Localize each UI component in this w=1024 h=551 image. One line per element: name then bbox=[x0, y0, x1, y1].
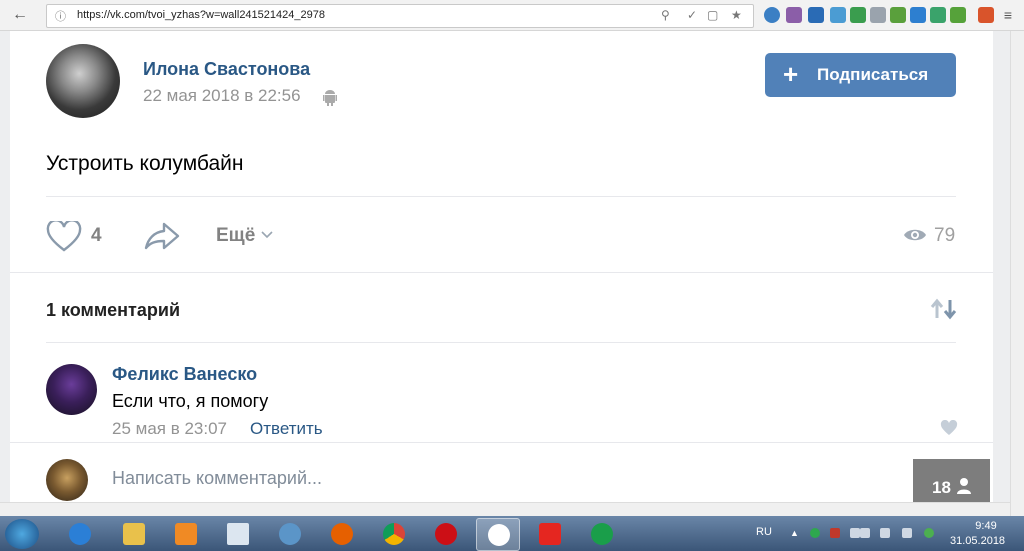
chevron-down-icon bbox=[261, 231, 273, 239]
tray-expand-icon[interactable]: ▲ bbox=[790, 528, 800, 538]
network-taskbar-button[interactable] bbox=[268, 518, 310, 549]
horizontal-scrollbar[interactable] bbox=[0, 502, 1010, 517]
extension-icon[interactable] bbox=[910, 7, 926, 23]
more-button[interactable]: Ещё bbox=[216, 225, 255, 247]
chrome-icon bbox=[383, 523, 405, 545]
page-margin bbox=[0, 31, 10, 516]
bookmark-star-icon[interactable]: ★ bbox=[731, 8, 742, 22]
firefox-taskbar-button[interactable] bbox=[320, 518, 362, 549]
language-indicator[interactable]: RU bbox=[756, 526, 772, 538]
extension-icon[interactable] bbox=[978, 7, 994, 23]
comment-input[interactable]: Написать комментарий... bbox=[112, 468, 322, 489]
volume-icon[interactable] bbox=[860, 528, 870, 538]
yandex-taskbar-button[interactable] bbox=[528, 518, 570, 549]
clock-time[interactable]: 9:49 bbox=[966, 520, 1006, 532]
tray-app-icon[interactable] bbox=[810, 528, 820, 538]
extension-icon[interactable] bbox=[850, 7, 866, 23]
divider bbox=[10, 272, 993, 273]
download-icon[interactable] bbox=[890, 7, 906, 23]
user-icon bbox=[957, 478, 971, 494]
url-text: https://vk.com/tvoi_yzhas?w=wall24152142… bbox=[77, 9, 325, 21]
vertical-scrollbar[interactable] bbox=[1010, 31, 1024, 516]
menu-icon[interactable]: ≡ bbox=[1000, 7, 1016, 23]
extension-icon[interactable] bbox=[930, 7, 946, 23]
plus-icon: + bbox=[783, 59, 799, 89]
online-count: 18 bbox=[932, 478, 951, 497]
subscribe-button[interactable]: + Подписаться bbox=[765, 53, 956, 97]
back-arrow-icon[interactable]: ← bbox=[10, 5, 30, 25]
comments-count-title: 1 комментарий bbox=[46, 300, 181, 320]
comment-text: Если что, я помогу bbox=[112, 391, 269, 411]
page-icon[interactable]: ▢ bbox=[707, 8, 718, 22]
tray-app-icon[interactable] bbox=[924, 528, 934, 538]
extension-icon[interactable] bbox=[830, 7, 846, 23]
commenter-avatar[interactable] bbox=[46, 364, 97, 415]
view-count: 79 bbox=[934, 225, 956, 246]
network-status-icon[interactable] bbox=[880, 528, 890, 538]
ie-icon bbox=[69, 523, 91, 545]
pin-icon[interactable]: ✓ bbox=[687, 8, 697, 22]
tray-app-icon[interactable] bbox=[902, 528, 912, 538]
comment-author[interactable]: Феликс Ванеско bbox=[112, 364, 257, 385]
app-icon bbox=[591, 523, 613, 545]
network-icon bbox=[279, 523, 301, 545]
document-icon bbox=[227, 523, 249, 545]
search-icon[interactable]: ⚲ bbox=[661, 8, 670, 22]
opera-taskbar-button[interactable] bbox=[424, 518, 466, 549]
yandex-ya-icon bbox=[539, 523, 561, 545]
subscribe-label: Подписаться bbox=[817, 65, 929, 84]
opera-icon bbox=[435, 523, 457, 545]
divider bbox=[10, 442, 993, 443]
sort-icon[interactable] bbox=[930, 298, 958, 320]
media-player-icon bbox=[175, 523, 197, 545]
author-name[interactable]: Илона Свастонова bbox=[143, 59, 310, 80]
divider bbox=[46, 196, 956, 197]
post-text: Устроить колумбайн bbox=[46, 152, 244, 175]
app-taskbar-button[interactable] bbox=[580, 518, 622, 549]
heart-icon[interactable] bbox=[940, 420, 958, 436]
heart-icon[interactable] bbox=[46, 221, 82, 253]
tray-app-icon[interactable] bbox=[850, 528, 860, 538]
explorer-taskbar-button[interactable] bbox=[112, 518, 154, 549]
ie-taskbar-button[interactable] bbox=[58, 518, 100, 549]
share-icon[interactable] bbox=[144, 221, 180, 251]
browser-toolbar: ← ⓘ https://vk.com/tvoi_yzhas?w=wall2415… bbox=[0, 0, 1024, 31]
android-icon bbox=[323, 90, 337, 106]
divider bbox=[46, 342, 956, 343]
media-taskbar-button[interactable] bbox=[164, 518, 206, 549]
firefox-icon bbox=[331, 523, 353, 545]
address-bar[interactable]: ⓘ https://vk.com/tvoi_yzhas?w=wall241521… bbox=[46, 4, 754, 28]
reply-link[interactable]: Ответить bbox=[250, 419, 323, 439]
folder-icon bbox=[123, 523, 145, 545]
chrome-taskbar-button[interactable] bbox=[372, 518, 414, 549]
eye-icon bbox=[904, 229, 926, 241]
extension-icon[interactable] bbox=[764, 7, 780, 23]
like-count[interactable]: 4 bbox=[91, 225, 102, 247]
my-avatar bbox=[46, 459, 88, 501]
start-button[interactable] bbox=[5, 519, 39, 549]
comment-date[interactable]: 25 мая в 23:07 bbox=[112, 419, 227, 439]
post-date[interactable]: 22 мая 2018 в 22:56 bbox=[143, 86, 301, 106]
tray-app-icon[interactable] bbox=[830, 528, 840, 538]
extension-icon[interactable] bbox=[870, 7, 886, 23]
document-taskbar-button[interactable] bbox=[216, 518, 258, 549]
extension-icon[interactable] bbox=[786, 7, 802, 23]
info-icon: ⓘ bbox=[55, 11, 66, 23]
author-avatar[interactable] bbox=[46, 44, 120, 118]
download-icon[interactable] bbox=[950, 7, 966, 23]
yandex-browser-taskbar-button[interactable] bbox=[476, 518, 520, 551]
extension-icon[interactable] bbox=[808, 7, 824, 23]
clock-date[interactable]: 31.05.2018 bbox=[950, 535, 1005, 547]
yandex-icon bbox=[488, 524, 510, 546]
